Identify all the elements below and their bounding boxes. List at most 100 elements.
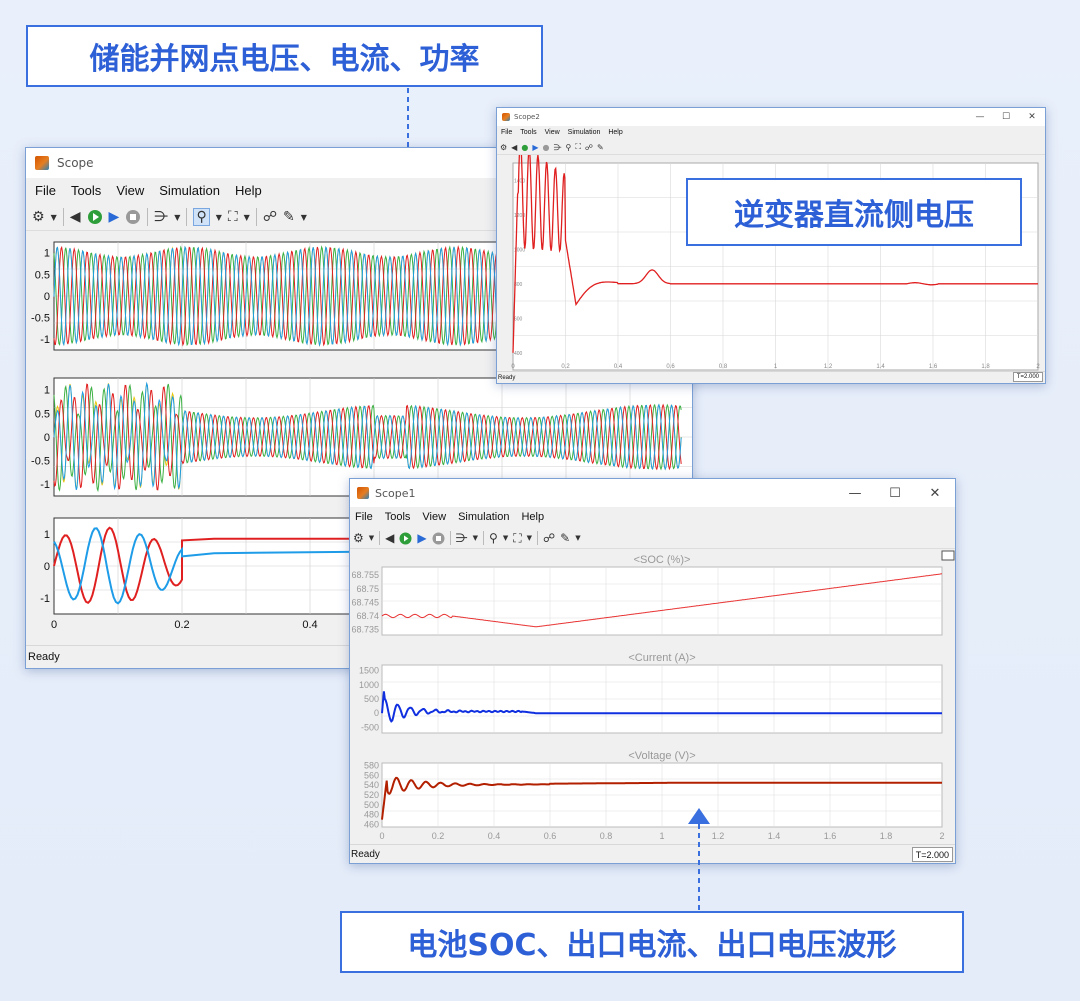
zoom-icon[interactable]: ⚲	[565, 143, 571, 152]
matlab-icon	[357, 487, 369, 499]
scope2-xtick: 1.2	[824, 364, 833, 370]
signal-selector-icon[interactable]: ⋺	[456, 531, 468, 545]
menu-help[interactable]: Help	[608, 129, 622, 136]
menu-file[interactable]: File	[35, 183, 56, 198]
step-forward-icon[interactable]: ▶	[417, 531, 426, 545]
stop-icon[interactable]	[432, 532, 445, 545]
chevron-down-icon[interactable]: ▼	[244, 213, 250, 222]
triggers-icon[interactable]: ☍	[585, 143, 593, 152]
zoom-icon[interactable]: ⚲	[489, 531, 498, 545]
matlab-icon	[502, 113, 510, 121]
scope2-xtick: 0.2	[561, 364, 570, 370]
signal-selector-icon[interactable]: ⋺	[154, 209, 168, 225]
menu-simulation[interactable]: Simulation	[159, 183, 220, 198]
scope1-voltage-axes: <Voltage (V)> 5805605405205004804600 0.2 0.…	[364, 750, 945, 841]
close-icon[interactable]: ✕	[915, 479, 955, 507]
scope1-window: Scope1 — ☐ ✕ File Tools View Simulation …	[349, 478, 956, 864]
scope1-current-axes: <Current (A)> 1500 1000 500 0 -500	[359, 652, 943, 734]
minimize-icon[interactable]: —	[835, 479, 875, 507]
chevron-down-icon[interactable]: ▼	[174, 213, 180, 222]
menu-simulation[interactable]: Simulation	[458, 511, 509, 523]
measurements-icon[interactable]: ✎	[560, 531, 570, 545]
stop-icon[interactable]	[125, 209, 141, 225]
scope2-xtick: 2	[1036, 364, 1040, 370]
signal-selector-icon[interactable]: ⋺	[553, 143, 561, 152]
gear-icon[interactable]: ⚙	[353, 531, 364, 545]
minimize-icon[interactable]: —	[967, 108, 993, 126]
scope1-current-ytick: 500	[364, 694, 379, 704]
chevron-down-icon[interactable]: ▼	[503, 534, 508, 542]
scope1-voltage-ytick: 540	[364, 780, 379, 790]
chevron-down-icon[interactable]: ▼	[51, 213, 57, 222]
stop-icon[interactable]: ●	[542, 143, 549, 152]
autoscale-icon[interactable]: ⛶	[513, 531, 521, 546]
menu-view[interactable]: View	[422, 511, 446, 523]
scope-plot1-ytick: -1	[40, 334, 50, 346]
scope2-xtick: 0.4	[614, 364, 623, 370]
step-back-icon[interactable]: ◀	[511, 143, 517, 152]
scope-plot2-ytick: 0.5	[35, 408, 50, 420]
chevron-down-icon[interactable]: ▼	[527, 534, 532, 542]
scope1-xtick: 1.8	[880, 831, 893, 841]
scope1-xtick: 0.6	[544, 831, 557, 841]
scope1-xtick: 2	[939, 831, 944, 841]
menu-help[interactable]: Help	[235, 183, 262, 198]
triggers-icon[interactable]: ☍	[543, 531, 555, 545]
autoscale-icon[interactable]: ⛶	[228, 209, 238, 225]
run-icon[interactable]	[399, 532, 412, 545]
zoom-icon[interactable]: ⚲	[193, 208, 210, 226]
autoscale-icon[interactable]: ⛶	[575, 142, 581, 152]
scope-plot1-ytick: 1	[44, 248, 50, 260]
measurements-icon[interactable]: ✎	[597, 143, 604, 152]
scope1-voltage-ytick: 580	[364, 760, 379, 770]
scope1-titlebar: Scope1 — ☐ ✕	[350, 479, 955, 507]
menu-tools[interactable]: Tools	[385, 511, 411, 523]
scope-plot1-ytick: -0.5	[31, 312, 50, 324]
step-back-icon[interactable]: ◀	[70, 209, 81, 225]
menu-tools[interactable]: Tools	[520, 129, 536, 136]
chevron-down-icon[interactable]: ▼	[473, 534, 478, 542]
scope1-voltage-ytick: 520	[364, 790, 379, 800]
maximize-icon[interactable]: ☐	[993, 108, 1019, 126]
run-icon[interactable]: ●	[521, 143, 528, 152]
scope1-voltage-ytick: 560	[364, 770, 379, 780]
close-icon[interactable]: ✕	[1019, 108, 1045, 126]
menu-tools[interactable]: Tools	[71, 183, 101, 198]
chevron-down-icon[interactable]: ▼	[369, 534, 374, 542]
callout-battery-text: 电池SOC、出口电流、出口电压波形	[407, 928, 897, 963]
scope1-xtick: 0.8	[600, 831, 613, 841]
scope-plot3-xtick: 0.2	[174, 619, 189, 631]
scope2-ytick: 400	[514, 351, 523, 357]
callout-battery: 电池SOC、出口电流、出口电压波形	[340, 911, 964, 973]
run-icon[interactable]	[87, 209, 103, 225]
step-forward-icon[interactable]: ▶	[109, 209, 120, 225]
measurements-icon[interactable]: ✎	[283, 209, 295, 225]
menu-simulation[interactable]: Simulation	[568, 129, 601, 136]
expand-legend-icon[interactable]	[941, 550, 955, 561]
scope-plot2-ytick: -0.5	[31, 455, 50, 467]
scope-plot3-ytick: -1	[40, 593, 50, 605]
step-back-icon[interactable]: ◀	[385, 531, 394, 545]
scope-title: Scope	[57, 156, 94, 170]
menu-view[interactable]: View	[116, 183, 144, 198]
scope-plot1-ytick: 0.5	[35, 269, 50, 281]
scope2-xtick: 1.6	[929, 364, 938, 370]
step-forward-icon[interactable]: ▶	[532, 143, 538, 152]
scope2-titlebar: Scope2 — ☐ ✕	[497, 108, 1045, 126]
chevron-down-icon[interactable]: ▼	[301, 213, 307, 222]
callout-dc-voltage-text: 逆变器直流侧电压	[734, 198, 974, 233]
triggers-icon[interactable]: ☍	[263, 209, 277, 225]
chevron-down-icon[interactable]: ▼	[575, 534, 580, 542]
gear-icon[interactable]: ⚙	[500, 143, 507, 152]
menu-view[interactable]: View	[545, 129, 560, 136]
maximize-icon[interactable]: ☐	[875, 479, 915, 507]
scope2-status: Ready	[498, 374, 516, 381]
chevron-down-icon[interactable]: ▼	[216, 213, 222, 222]
gear-icon[interactable]: ⚙	[32, 209, 45, 225]
menu-help[interactable]: Help	[521, 511, 544, 523]
menu-file[interactable]: File	[501, 129, 512, 136]
scope1-voltage-ytick: 500	[364, 800, 379, 810]
scope1-voltage-title: <Voltage (V)>	[628, 750, 695, 762]
menu-file[interactable]: File	[355, 511, 373, 523]
scope1-plots: <SOC (%)> 68.755 68.75 68.745 68.74 68.735 <C…	[351, 550, 955, 841]
